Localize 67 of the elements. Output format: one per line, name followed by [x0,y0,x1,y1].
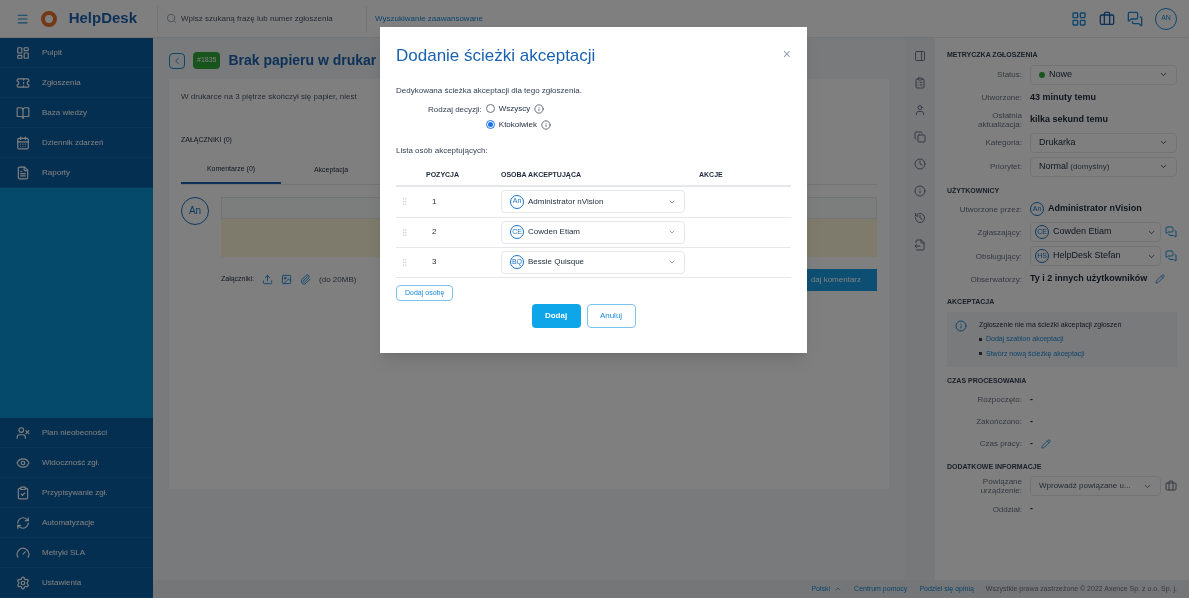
select-field[interactable]: Normal (domyślny) [1030,156,1177,177]
sidebar-label: Metryki SLA [42,546,86,559]
sidebar-item[interactable]: Przypisywanie zgł. [0,478,153,508]
sidebar-label: Raporty [42,166,70,179]
field-label: Oddział: [991,504,1022,514]
cancel-button[interactable]: Anuluj [586,303,636,328]
modal-description: Dedykowana ścieżka akceptacji dla tego zgłoszenia. [396,84,583,97]
sidebar-item[interactable]: Automatyzacje [0,508,153,538]
field-value: - [1030,502,1033,516]
sidebar-label: Zgłoszenia [42,76,81,89]
field-value: kilka sekund temu [1030,112,1109,126]
sidebar-item[interactable]: Raporty [0,158,153,188]
decision-label: Rodzaj decyzji: [428,103,482,116]
field-label: Utworzone przez: [958,204,1022,214]
close-button[interactable]: × [782,47,791,61]
ticket-description: W drukarce na 3 piętrze skończył się papier, niest [181,91,357,103]
field-value: - [1030,414,1033,428]
radio-label: Wszyscy [498,102,531,115]
field-label: Utworzone: [980,93,1022,102]
sidebar-item[interactable]: Ustawienia [0,568,153,598]
list-label: Lista osób akceptujących: [396,144,489,157]
field-label: Powiązane urządzenie: [979,477,1022,495]
field-label: Obserwatorzy: [969,274,1022,284]
position-cell-text: 2 [431,226,438,238]
select-field[interactable]: Wprowadź powiązane u... [1030,476,1161,496]
field-label: Obsługujący: [974,251,1022,261]
sidebar-label: Pulpit [42,46,62,59]
sidebar-label: Widoczność zgł. [42,456,100,469]
sidebar-label: Przypisywanie zgł. [42,486,108,499]
field-label: Zgłaszający: [976,227,1022,237]
sidebar-item[interactable]: Dziennik zdarzeń [0,128,153,158]
field-label: Zakończono: [975,417,1022,426]
radio-label: Ktokolwiek [498,118,538,131]
field-value: - [1030,436,1033,450]
sidebar-item[interactable]: Pulpit [0,38,153,68]
add-button[interactable]: Dodaj [531,303,581,328]
sidebar-item[interactable]: Zgłoszenia [0,68,153,98]
sidebar-item[interactable]: Metryki SLA [0,538,153,568]
position-cell-text: 3 [431,256,438,268]
sidebar-label: Automatyzacje [42,516,95,529]
field-label: Priorytet: [989,162,1022,171]
sidebar-item[interactable]: Plan nieobecności [0,418,153,448]
field-value: - [1030,392,1033,406]
sidebar-label: Plan nieobecności [42,426,107,439]
status-select[interactable]: Nowe [1030,64,1177,85]
field-value: 43 minuty temu [1030,90,1096,104]
modal-title: Dodanie ścieżki akceptacji [396,45,596,67]
sidebar-label: Dziennik zdarzeń [42,136,104,149]
field-label: Czas pracy: [978,439,1022,448]
field-label: Ostatnia aktualizacja: [976,110,1022,129]
user-name: Administrator nVision [1048,202,1142,216]
ticket-title: Brak papieru w drukar [228,51,377,70]
app-logo: HelpDesk [68,8,137,29]
sidebar-label: Baza wiedzy [42,106,87,119]
size-limit: (do 20MB) [319,273,357,286]
advanced-search-link[interactable]: Wyszukiwanie zaawansowane [375,12,483,25]
avatar-initials: An [181,196,209,225]
search-field[interactable]: Wpisz szukaną frazę lub numer zgłoszenia [181,12,358,25]
field-value: Ty i 2 innych użytkowników [1030,272,1148,286]
sidebar-item[interactable]: Widoczność zgł. [0,448,153,478]
field-label: Status: [996,70,1022,79]
sidebar-label: Ustawienia [42,576,82,589]
field-label: Rozpoczęto: [976,395,1022,404]
sidebar-item[interactable]: Baza wiedzy [0,98,153,128]
field-label: Kategoria: [984,138,1022,147]
position-cell-text: 1 [431,195,438,208]
select-field[interactable]: Drukarka [1030,132,1177,153]
